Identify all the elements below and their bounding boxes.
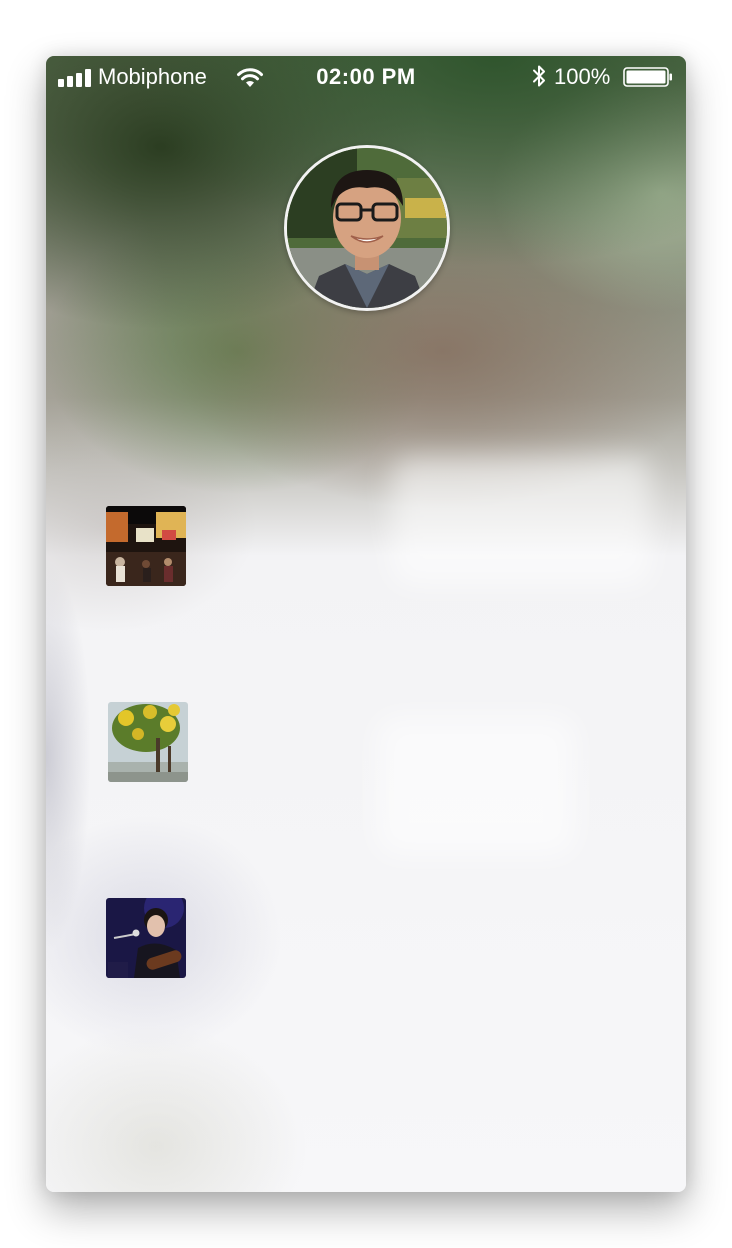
feed-thumbnail-night-street[interactable] <box>106 506 186 586</box>
battery-percentage: 100% <box>554 64 611 89</box>
phone-screen: Mobiphone 02:00 PM 100% <box>46 56 686 1192</box>
background-glow <box>376 716 576 856</box>
bluetooth-icon <box>531 64 547 88</box>
feed-thumbnail-singer[interactable] <box>106 898 186 978</box>
background-glow <box>391 456 651 586</box>
screen-backdrop: Mobiphone 02:00 PM 100% <box>0 0 732 1248</box>
profile-avatar[interactable] <box>284 145 450 311</box>
status-bar: Mobiphone 02:00 PM 100% <box>46 56 686 98</box>
battery-icon <box>623 67 673 87</box>
feed-thumbnail-yellow-tree[interactable] <box>108 702 188 782</box>
